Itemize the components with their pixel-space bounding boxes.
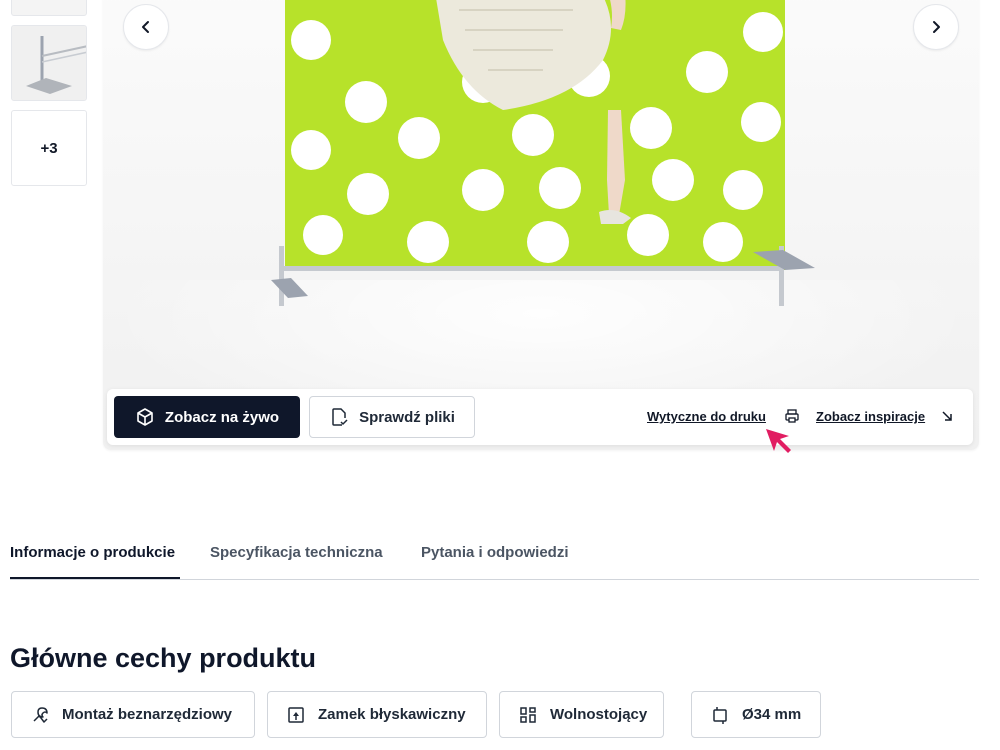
file-check-icon	[332, 408, 348, 426]
features-title: Główne cechy produktu	[10, 643, 317, 673]
product-page: +3 Zobacz na żywo Sprawdź pliki Wytyczne…	[0, 0, 1000, 750]
active-tab-indicator	[10, 577, 180, 579]
tab-questions-answers[interactable]: Pytania i odpowiedzi	[421, 544, 569, 561]
thumbnail-1[interactable]	[11, 0, 87, 16]
diameter-icon	[713, 706, 727, 724]
feature-chip-freestanding: Wolnostojący	[499, 691, 664, 738]
feature-label: Zamek błyskawiczny	[318, 706, 466, 723]
freestanding-icon	[520, 706, 536, 723]
cube-icon	[137, 408, 153, 426]
check-files-label: Sprawdź pliki	[359, 408, 455, 426]
zipper-icon	[288, 706, 304, 723]
gallery-prev-button[interactable]	[123, 4, 169, 50]
printer-icon[interactable]	[784, 408, 800, 424]
mouse-cursor-icon	[766, 429, 791, 453]
chevron-right-icon	[933, 21, 940, 33]
product-gallery	[103, 0, 979, 450]
check-files-button[interactable]: Sprawdź pliki	[309, 396, 475, 438]
arrow-down-right-icon[interactable]	[941, 410, 953, 422]
inspirations-link[interactable]: Zobacz inspiracje	[816, 409, 925, 424]
tab-technical-spec[interactable]: Specyfikacja techniczna	[210, 544, 383, 561]
feature-label: Montaż beznarzędziowy	[62, 706, 233, 723]
print-guidelines-link[interactable]: Wytyczne do druku	[647, 409, 766, 424]
product-image	[271, 0, 815, 306]
feature-chip-diameter: Ø34 mm	[691, 691, 821, 738]
more-thumbnails-button[interactable]: +3	[11, 110, 87, 186]
gallery-action-bar: Zobacz na żywo Sprawdź pliki Wytyczne do…	[107, 389, 973, 445]
gallery-next-button[interactable]	[913, 4, 959, 50]
feature-chip-zipper: Zamek błyskawiczny	[267, 691, 487, 738]
live-view-button[interactable]: Zobacz na żywo	[114, 396, 300, 438]
tool-free-icon	[33, 706, 48, 723]
chevron-left-icon	[142, 21, 149, 33]
stand-base-image	[12, 26, 86, 100]
live-view-label: Zobacz na żywo	[164, 408, 280, 426]
tab-product-info[interactable]: Informacje o produkcie	[10, 544, 175, 561]
feature-chip-tool-free: Montaż beznarzędziowy	[11, 691, 255, 738]
feature-label: Wolnostojący	[550, 706, 648, 723]
thumbnail-stand-base[interactable]	[11, 25, 87, 101]
product-tabs: Informacje o produkcie Specyfikacja tech…	[10, 530, 979, 580]
feature-label: Ø34 mm	[742, 706, 802, 723]
more-thumbnails-count: +3	[40, 139, 58, 157]
